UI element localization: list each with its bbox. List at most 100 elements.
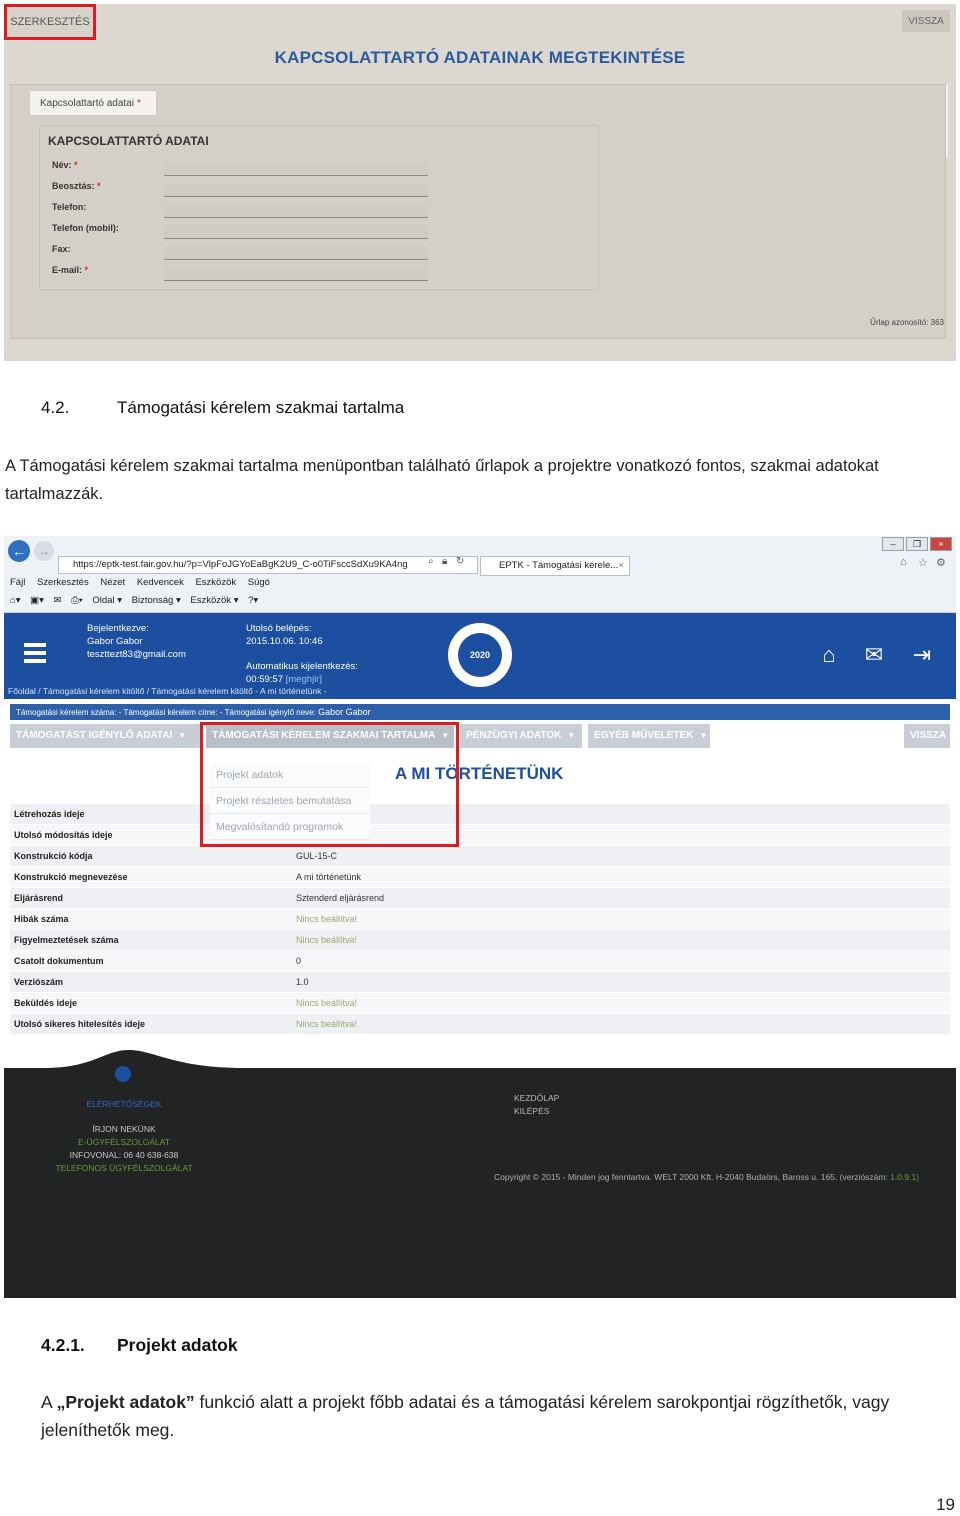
tab-financial-data[interactable]: PÉNZÜGYI ADATOK ▼ bbox=[460, 724, 582, 748]
contacts-title[interactable]: ELÉRHETŐSÉGEK bbox=[44, 1098, 204, 1111]
row-label: Létrehozás ideje bbox=[14, 809, 85, 819]
app-header: Bejelentkezve: Gabor Gabor teszttezt83@g… bbox=[4, 613, 956, 699]
version-number: 1.0.9.1) bbox=[890, 1172, 920, 1182]
feeds-icon[interactable]: ▣▾ bbox=[30, 595, 44, 606]
user-email: teszttezt83@gmail.com bbox=[87, 649, 186, 660]
help-icon[interactable]: ?▾ bbox=[248, 595, 258, 606]
copyright-text: Copyright © 2015 - Minden jog fenntartva… bbox=[494, 1172, 919, 1182]
table-row: Beküldés ideje Nincs beállítva! bbox=[10, 993, 950, 1014]
fax-field[interactable] bbox=[164, 246, 428, 260]
browser-chrome: ← → https://eptk-test.fair.gov.hu/?p=Vlp… bbox=[4, 536, 956, 613]
menu-tools[interactable]: Eszközök bbox=[195, 577, 236, 588]
menu-icon[interactable] bbox=[24, 643, 46, 663]
field-label: Név: bbox=[52, 160, 72, 170]
mail-icon[interactable]: ✉ bbox=[54, 595, 62, 606]
main-tabs: TÁMOGATÁST IGÉNYLŐ ADATAI ▼ TÁMOGATÁSI KÉ… bbox=[10, 724, 950, 748]
phone-field[interactable] bbox=[164, 204, 428, 218]
menu-help[interactable]: Súgó bbox=[248, 577, 270, 588]
phone-service-link[interactable]: TELEFONOS ÜGYFÉLSZOLGÁLAT bbox=[44, 1162, 204, 1175]
page-number: 19 bbox=[936, 1495, 955, 1514]
back-button[interactable]: VISSZA bbox=[902, 10, 950, 32]
footer-contacts: ELÉRHETŐSÉGEK ÍRJON NEKÜNK E-ÜGYFÉLSZOLG… bbox=[44, 1098, 204, 1175]
home-page-icon[interactable]: ⌂▾ bbox=[10, 595, 21, 606]
row-label: Figyelmeztetések száma bbox=[14, 935, 119, 945]
last-login: 2015.10.06. 10:46 bbox=[246, 636, 323, 647]
field-label: Beosztás: bbox=[52, 181, 95, 191]
szechenyi-2020-logo: 2020 bbox=[448, 623, 512, 687]
extend-session-link[interactable]: [meghjlr] bbox=[286, 674, 322, 685]
back-arrow-icon[interactable]: ← bbox=[8, 540, 30, 562]
cmd-safety[interactable]: Biztonság ▾ bbox=[132, 595, 181, 606]
contact-form: KAPCSOLATTARTÓ ADATAI Név: * Beosztás: *… bbox=[39, 125, 599, 290]
refresh-icon[interactable]: ↻ bbox=[456, 556, 464, 567]
app-footer: ELÉRHETŐSÉGEK ÍRJON NEKÜNK E-ÜGYFÉLSZOLG… bbox=[4, 1050, 956, 1298]
row-label: Konstrukció kódja bbox=[14, 851, 93, 861]
maximize-icon[interactable]: ❐ bbox=[906, 537, 928, 551]
form-row-email: E-mail: * bbox=[52, 265, 612, 285]
row-label: Hibák száma bbox=[14, 914, 69, 924]
table-row: Konstrukció kódja GUL-15-C bbox=[10, 846, 950, 867]
name-field[interactable] bbox=[164, 162, 428, 176]
gear-icon[interactable]: ⚙ bbox=[936, 556, 946, 569]
home-icon[interactable]: ⌂ bbox=[814, 641, 844, 669]
field-label: Telefon (mobil): bbox=[52, 223, 119, 233]
envelope-icon[interactable]: ✉ bbox=[859, 641, 889, 669]
edit-button[interactable]: SZERKESZTÉS bbox=[4, 4, 96, 40]
footer-nav: KEZDŐLAP KILÉPÉS bbox=[514, 1092, 559, 1118]
section-heading: 4.2. Támogatási kérelem szakmai tartalma bbox=[41, 398, 404, 418]
menu-favorites[interactable]: Kedvencek bbox=[137, 577, 184, 588]
browser-tab[interactable]: EPTK - Támogatási kérele... × bbox=[480, 556, 630, 576]
email-field[interactable] bbox=[164, 267, 428, 281]
e-service-link[interactable]: E-ÜGYFÉLSZOLGÁLAT bbox=[44, 1136, 204, 1149]
menu-file[interactable]: Fájl bbox=[10, 577, 25, 588]
close-icon[interactable]: × bbox=[618, 557, 624, 575]
close-window-icon[interactable]: × bbox=[930, 537, 952, 551]
subsection-title: Projekt adatok bbox=[117, 1335, 238, 1355]
application-info-bar: Támogatási kérelem száma: - Támogatási k… bbox=[10, 704, 950, 720]
table-row: Figyelmeztetések száma Nincs beállítva! bbox=[10, 930, 950, 951]
auto-logout-label: Automatikus kijelentkezés: bbox=[246, 661, 358, 672]
mobile-field[interactable] bbox=[164, 225, 428, 239]
address-bar[interactable]: https://eptk-test.fair.gov.hu/?p=VlpFoJG… bbox=[58, 556, 478, 574]
position-field[interactable] bbox=[164, 183, 428, 197]
menu-edit[interactable]: Szerkesztés bbox=[37, 577, 89, 588]
footer-dot-icon bbox=[115, 1066, 131, 1082]
tab-other-operations[interactable]: EGYÉB MŰVELETEK ▼ bbox=[588, 724, 710, 748]
row-value: 0 bbox=[296, 956, 302, 966]
row-value: Sztenderd eljárásrend bbox=[296, 893, 385, 903]
home-icon[interactable]: ⌂ bbox=[900, 556, 907, 568]
tab-contact-data[interactable]: Kapcsolattartó adatai * bbox=[29, 90, 157, 116]
write-us-link[interactable]: ÍRJON NEKÜNK bbox=[44, 1123, 204, 1136]
user-info: Bejelentkezve: Gabor Gabor teszttezt83@g… bbox=[87, 622, 186, 661]
logout-link[interactable]: KILÉPÉS bbox=[514, 1105, 559, 1118]
tab-applicant-data[interactable]: TÁMOGATÁST IGÉNYLŐ ADATAI ▼ bbox=[10, 724, 200, 748]
tab-label: EGYÉB MŰVELETEK bbox=[594, 730, 694, 741]
table-row: Utolsó módosítás ideje bbox=[10, 825, 950, 846]
chevron-down-icon: ▼ bbox=[699, 731, 708, 740]
footer-wave bbox=[4, 1050, 956, 1098]
forward-arrow-icon[interactable]: → bbox=[34, 541, 54, 561]
logout-icon[interactable]: ⇥ bbox=[907, 641, 937, 669]
cmd-page[interactable]: Oldal ▾ bbox=[92, 595, 122, 606]
menu-view[interactable]: Nézet bbox=[100, 577, 125, 588]
table-row: Utolsó sikeres hitelesítés ideje Nincs be… bbox=[10, 1014, 950, 1035]
row-label: Eljárásrend bbox=[14, 893, 64, 903]
breadcrumb: Főoldal / Támogatási kérelem kitöltő / T… bbox=[8, 686, 327, 696]
table-row: Konstrukció megnevezése A mi történetünk bbox=[10, 867, 950, 888]
print-icon[interactable]: ⎙▾ bbox=[71, 595, 83, 606]
right-scroll-indicator bbox=[946, 84, 948, 158]
form-row-position: Beosztás: * bbox=[52, 181, 612, 201]
search-icon[interactable]: ⌕ bbox=[428, 556, 434, 567]
row-label: Csatolt dokumentum bbox=[14, 956, 104, 966]
para-prefix: A bbox=[41, 1392, 57, 1412]
applicant-name: Gabor Gabor bbox=[318, 707, 371, 717]
minimize-icon[interactable]: – bbox=[882, 537, 904, 551]
cmd-tools[interactable]: Eszközök ▾ bbox=[190, 595, 238, 606]
star-icon[interactable]: ☆ bbox=[918, 556, 928, 569]
field-label: Fax: bbox=[52, 244, 71, 254]
back-button[interactable]: VISSZA bbox=[904, 724, 950, 748]
row-value: GUL-15-C bbox=[296, 851, 338, 861]
form-title: KAPCSOLATTARTÓ ADATAI bbox=[48, 134, 209, 148]
table-row: Verziószám 1.0 bbox=[10, 972, 950, 993]
home-link[interactable]: KEZDŐLAP bbox=[514, 1092, 559, 1105]
